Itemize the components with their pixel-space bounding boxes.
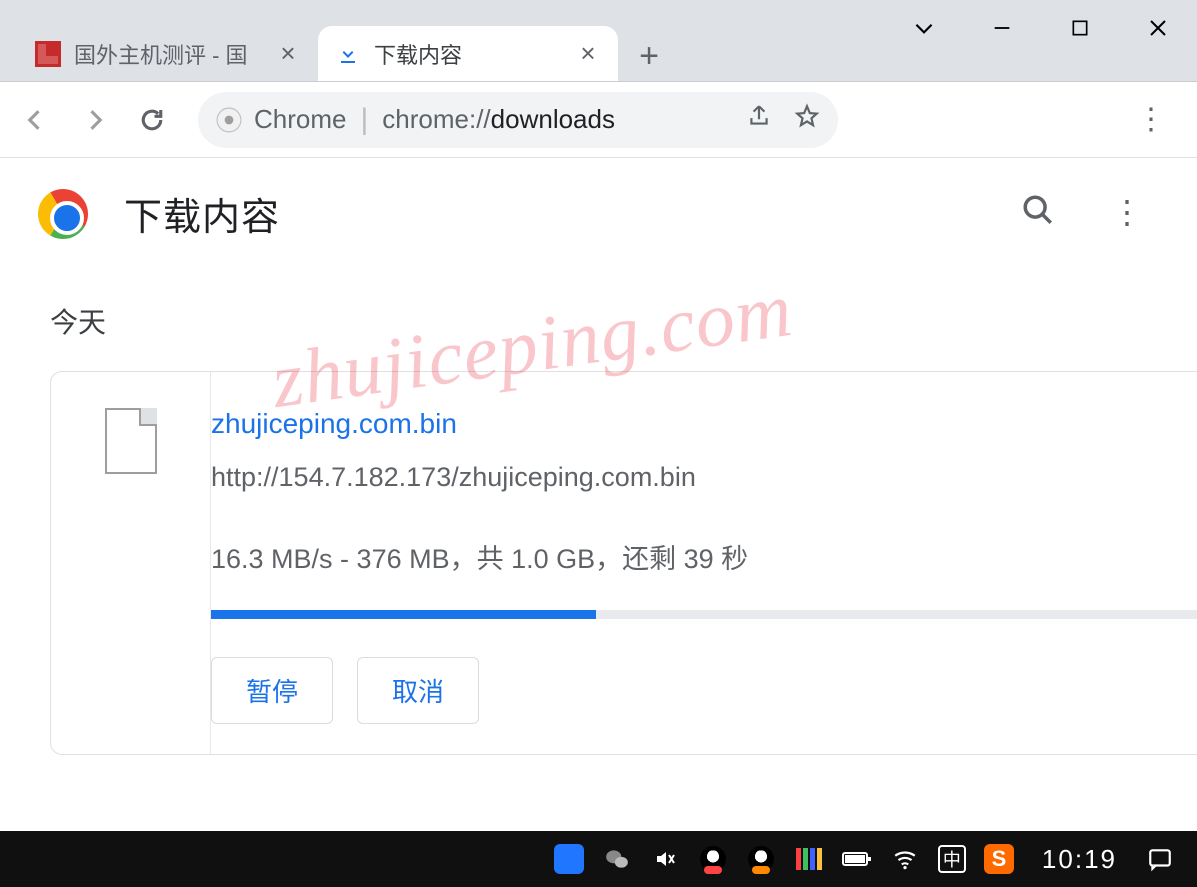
tab-title: 下载内容 (374, 38, 564, 70)
omnibox-url-prefix: chrome:// (382, 104, 490, 134)
download-filename[interactable]: zhujiceping.com.bin (211, 408, 1197, 440)
date-heading: 今天 (50, 301, 1197, 341)
ime-indicator[interactable]: 中 (938, 845, 966, 873)
share-icon[interactable] (746, 103, 772, 136)
download-item: zhujiceping.com.bin http://154.7.182.173… (50, 371, 1197, 755)
browser-titlebar: 国外主机测评 - 国 × 下载内容 × + (0, 0, 1197, 82)
taskbar-clock[interactable]: 10:19 (1042, 844, 1117, 875)
downloads-header: 下载内容 ⋮ (0, 158, 1197, 261)
page-title: 下载内容 (124, 186, 280, 241)
omnibox-url-path: downloads (491, 104, 615, 134)
pause-button[interactable]: 暂停 (211, 657, 333, 724)
tab-title: 国外主机测评 - 国 (74, 38, 264, 70)
reload-button[interactable] (126, 94, 178, 146)
close-window-button[interactable] (1119, 0, 1197, 55)
sogou-ime-icon[interactable]: S (984, 844, 1014, 874)
battery-icon[interactable] (842, 844, 872, 874)
caret-down-icon[interactable] (885, 0, 963, 55)
browser-menu-button[interactable]: ⋮ (1125, 102, 1177, 137)
download-icon (334, 40, 362, 68)
qq-tray-icon-2[interactable] (746, 844, 776, 874)
window-controls (885, 0, 1197, 55)
minimize-button[interactable] (963, 0, 1041, 55)
downloads-content: 今天 zhujiceping.com.bin http://154.7.182.… (0, 261, 1197, 755)
cancel-button[interactable]: 取消 (357, 657, 479, 724)
volume-mute-icon[interactable] (650, 844, 680, 874)
favicon-site (34, 40, 62, 68)
qq-tray-icon[interactable] (698, 844, 728, 874)
maximize-button[interactable] (1041, 0, 1119, 55)
download-source-url: http://154.7.182.173/zhujiceping.com.bin (211, 462, 1197, 493)
chrome-logo-icon (38, 189, 88, 239)
new-tab-button[interactable]: + (624, 31, 674, 81)
omnibox-separator: | (360, 103, 368, 137)
wifi-icon[interactable] (890, 844, 920, 874)
download-status: 16.3 MB/s - 376 MB，共 1.0 GB，还剩 39 秒 (211, 537, 1197, 576)
search-icon[interactable] (1021, 193, 1055, 235)
omnibox-url: chrome://downloads (382, 104, 615, 135)
download-progress-track (211, 610, 1197, 619)
tab-inactive[interactable]: 国外主机测评 - 国 × (18, 26, 318, 81)
color-tray-icon[interactable] (794, 844, 824, 874)
omnibox-scheme-label: Chrome (254, 104, 346, 135)
address-bar[interactable]: Chrome | chrome://downloads (198, 92, 838, 148)
notifications-icon[interactable] (1145, 844, 1175, 874)
close-tab-icon[interactable]: × (276, 38, 300, 69)
browser-toolbar: Chrome | chrome://downloads ⋮ (0, 82, 1197, 158)
tab-active[interactable]: 下载内容 × (318, 26, 618, 81)
download-file-icon-area (51, 372, 211, 754)
file-icon (105, 408, 157, 474)
back-button[interactable] (10, 94, 62, 146)
wechat-tray-icon[interactable] (602, 844, 632, 874)
tab-strip: 国外主机测评 - 国 × 下载内容 × + (0, 21, 674, 81)
forward-button[interactable] (68, 94, 120, 146)
more-menu-icon[interactable]: ⋮ (1111, 193, 1143, 235)
windows-taskbar: 中 S 10:19 (0, 831, 1197, 887)
tray-app-icon[interactable] (554, 844, 584, 874)
chrome-scheme-chip: Chrome (216, 104, 346, 135)
bookmark-star-icon[interactable] (794, 103, 820, 136)
close-tab-icon[interactable]: × (576, 38, 600, 69)
chrome-icon (216, 107, 242, 133)
download-progress-bar (211, 610, 596, 619)
